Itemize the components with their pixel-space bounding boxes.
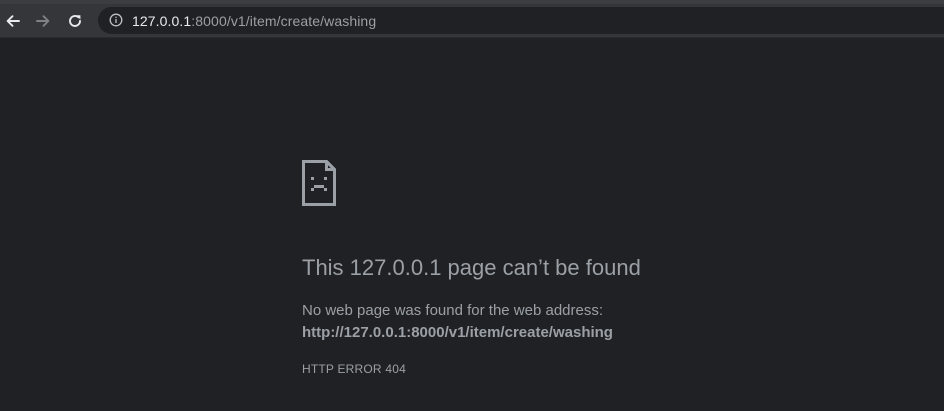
error-headline: This 127.0.0.1 page can’t be found [302, 255, 641, 280]
forward-button[interactable] [31, 9, 55, 33]
url-path: :8000/v1/item/create/washing [191, 13, 377, 29]
error-code: HTTP ERROR 404 [302, 362, 406, 376]
address-url[interactable]: 127.0.0.1:8000/v1/item/create/washing [132, 13, 376, 29]
arrow-left-icon [6, 15, 20, 27]
error-description: No web page was found for the web addres… [302, 302, 604, 319]
browser-toolbar: 127.0.0.1:8000/v1/item/create/washing [0, 4, 944, 38]
reload-button[interactable] [63, 9, 87, 33]
back-button[interactable] [1, 9, 25, 33]
info-circle-icon[interactable] [109, 13, 123, 27]
address-bar[interactable]: 127.0.0.1:8000/v1/item/create/washing [98, 7, 944, 34]
url-host: 127.0.0.1 [132, 13, 192, 29]
arrow-right-icon [36, 15, 50, 27]
error-url: http://127.0.0.1:8000/v1/item/create/was… [302, 324, 613, 341]
sad-document-icon [302, 160, 336, 206]
reload-icon [69, 15, 81, 27]
